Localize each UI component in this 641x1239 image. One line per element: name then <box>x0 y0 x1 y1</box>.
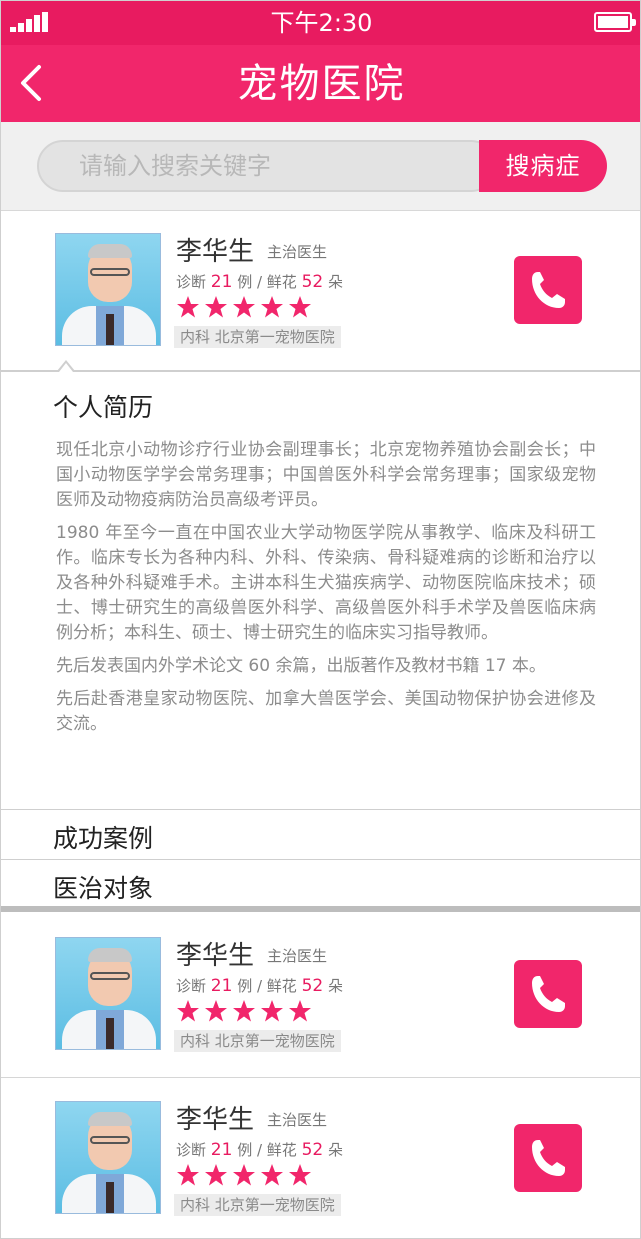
doctor-title: 主治医生 <box>267 947 328 965</box>
doctor-name: 李华生 <box>176 941 255 971</box>
star-icon <box>205 296 227 318</box>
doctor-name: 李华生 <box>176 237 255 267</box>
doctor-title: 主治医生 <box>267 243 328 261</box>
divider <box>1 1077 640 1078</box>
phone-icon <box>532 1140 565 1176</box>
star-icon <box>289 296 311 318</box>
doctor-title: 主治医生 <box>267 1111 328 1129</box>
stats-mid: 例 / 鲜花 <box>237 273 297 291</box>
rating-stars <box>176 1163 328 1191</box>
stats-suffix: 朵 <box>328 273 344 291</box>
doctor-name: 李华生 <box>176 1105 255 1135</box>
rating-stars <box>176 295 328 323</box>
search-input[interactable] <box>37 140 497 192</box>
doctor-card[interactable]: 李华生 主治医生 诊断 21 例 / 鲜花 52 朵 内科 北京第一宠物医院 <box>1 211 640 375</box>
diagnosis-count: 21 <box>210 976 233 996</box>
star-icon <box>205 1000 227 1022</box>
stats-prefix: 诊断 <box>176 1141 207 1159</box>
divider <box>1 906 640 912</box>
star-icon <box>177 1000 199 1022</box>
flower-count: 52 <box>301 1140 324 1160</box>
bio-text: 现任北京小动物诊疗行业协会副理事长；北京宠物养殖协会副会长；中国小动物医学学会常… <box>56 438 596 745</box>
diagnosis-count: 21 <box>210 272 233 292</box>
doctor-card[interactable]: 李华生 主治医生 诊断 21 例 / 鲜花 52 朵 内科 北京第一宠物医院 <box>1 1079 640 1238</box>
stats-prefix: 诊断 <box>176 977 207 995</box>
bio-paragraph: 现任北京小动物诊疗行业协会副理事长；北京宠物养殖协会副会长；中国小动物医学学会常… <box>56 440 596 510</box>
star-icon <box>233 1000 255 1022</box>
page-title: 宠物医院 <box>237 61 406 107</box>
diagnosis-count: 21 <box>210 1140 233 1160</box>
phone-icon <box>532 272 565 308</box>
star-icon <box>289 1000 311 1022</box>
stats-suffix: 朵 <box>328 977 344 995</box>
phone-icon <box>532 976 565 1012</box>
status-bar: 下午2:30 <box>1 1 640 45</box>
doctor-department: 内科 北京第一宠物医院 <box>174 1030 341 1052</box>
stats-suffix: 朵 <box>328 1141 344 1159</box>
doctor-department: 内科 北京第一宠物医院 <box>174 1194 341 1216</box>
star-icon <box>261 1164 283 1186</box>
stats-mid: 例 / 鲜花 <box>237 1141 297 1159</box>
search-bar: 搜病症 <box>1 122 640 211</box>
star-icon <box>233 1164 255 1186</box>
call-button[interactable] <box>514 256 582 324</box>
bio-section: 个人简历 现任北京小动物诊疗行业协会副理事长；北京宠物养殖协会副会长；中国小动物… <box>1 360 640 808</box>
battery-icon <box>594 12 636 32</box>
status-time: 下午2:30 <box>270 9 373 37</box>
doctor-stats: 诊断 21 例 / 鲜花 52 朵 <box>176 1139 343 1160</box>
star-icon <box>261 1000 283 1022</box>
stats-mid: 例 / 鲜花 <box>237 977 297 995</box>
doctor-avatar <box>55 1101 161 1214</box>
star-icon <box>177 296 199 318</box>
section-label: 成功案例 <box>53 824 154 853</box>
nav-bar: 宠物医院 <box>1 45 640 122</box>
section-success-cases[interactable]: 成功案例 <box>1 809 640 859</box>
flower-count: 52 <box>301 976 324 996</box>
star-icon <box>177 1164 199 1186</box>
rating-stars <box>176 999 328 1027</box>
stats-prefix: 诊断 <box>176 273 207 291</box>
star-icon <box>233 296 255 318</box>
app-screen: 下午2:30 宠物医院 搜病症 李华生 主治医生 诊断 21 例 / 鲜花 52 <box>0 0 641 1239</box>
call-button[interactable] <box>514 960 582 1028</box>
doctor-avatar <box>55 233 161 346</box>
star-icon <box>205 1164 227 1186</box>
doctor-card[interactable]: 李华生 主治医生 诊断 21 例 / 鲜花 52 朵 内科 北京第一宠物医院 <box>1 915 640 1079</box>
bio-heading: 个人简历 <box>53 393 154 422</box>
section-treatment-targets[interactable]: 医治对象 <box>1 859 640 906</box>
star-icon <box>289 1164 311 1186</box>
section-label: 医治对象 <box>53 874 154 903</box>
bio-paragraph: 先后赴香港皇家动物医院、加拿大兽医学会、美国动物保护协会进修及交流。 <box>56 689 596 734</box>
pointer-arrow-icon <box>57 360 75 372</box>
doctor-stats: 诊断 21 例 / 鲜花 52 朵 <box>176 975 343 996</box>
bio-paragraph: 先后发表国内外学术论文 60 余篇，出版著作及教材书籍 17 本。 <box>56 656 546 676</box>
doctor-avatar <box>55 937 161 1050</box>
flower-count: 52 <box>301 272 324 292</box>
search-symptom-button[interactable]: 搜病症 <box>479 140 607 192</box>
header: 下午2:30 宠物医院 <box>1 1 640 122</box>
bio-paragraph: 1980 年至今一直在中国农业大学动物医学院从事教学、临床及科研工作。临床专长为… <box>56 523 596 643</box>
star-icon <box>261 296 283 318</box>
doctor-stats: 诊断 21 例 / 鲜花 52 朵 <box>176 271 343 292</box>
call-button[interactable] <box>514 1124 582 1192</box>
doctor-department: 内科 北京第一宠物医院 <box>174 326 341 348</box>
